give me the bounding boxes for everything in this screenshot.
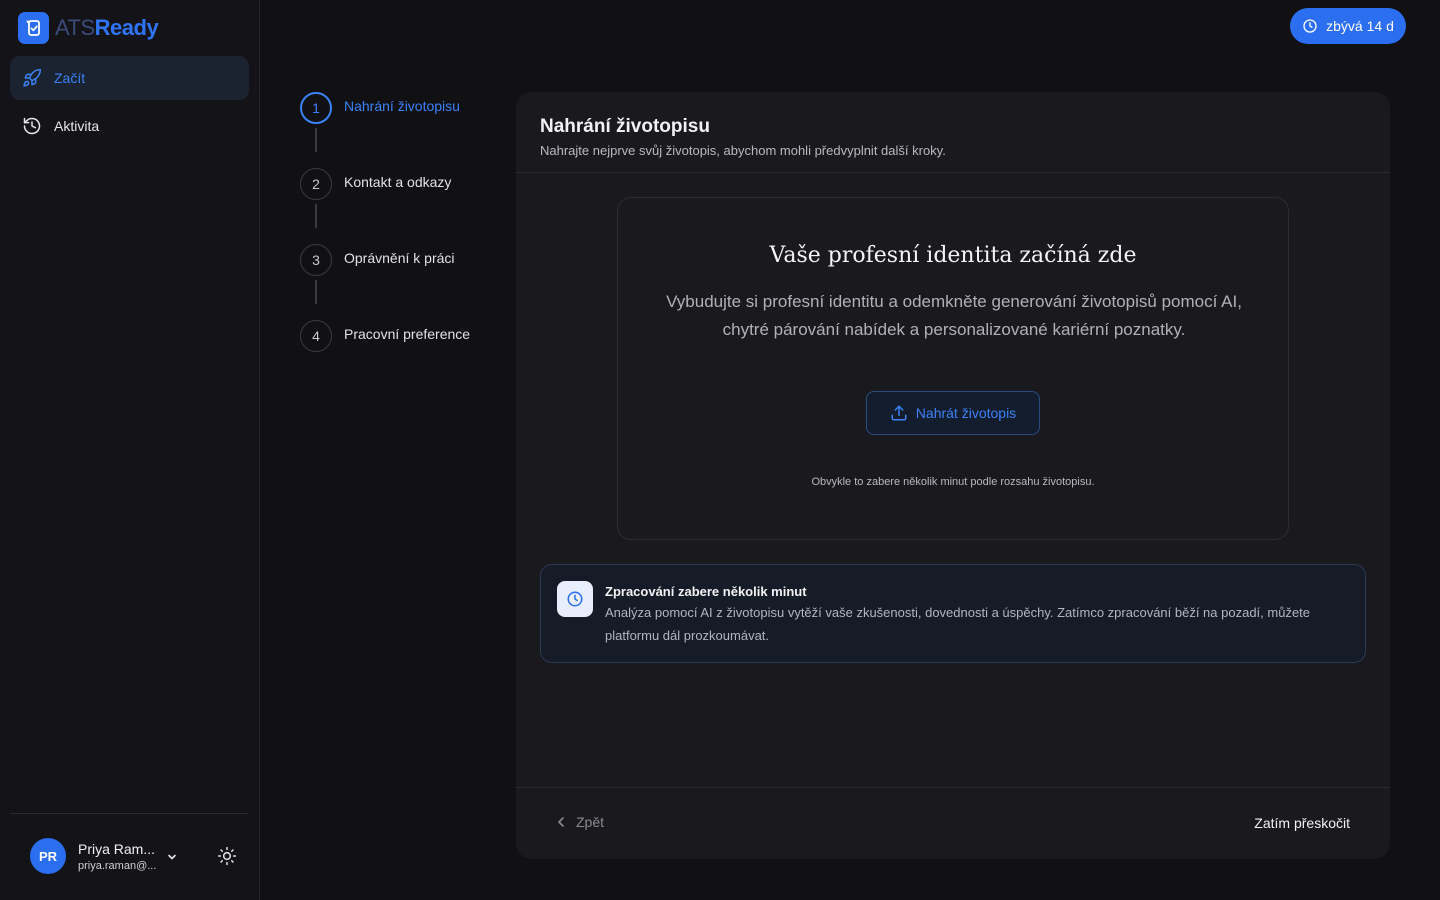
back-button-label: Zpět [576,814,605,830]
sidebar-item-activity[interactable]: Aktivita [10,104,249,148]
upload-note: Obvykle to zabere několik minut podle ro… [811,476,1095,488]
back-button[interactable]: Zpět [556,814,604,830]
card-divider [516,172,1390,173]
sidebar-divider [10,813,248,814]
step-label: Kontakt a odkazy [344,174,452,190]
user-menu[interactable]: PR Priya Ram... priya.raman@... [30,838,156,874]
logo-icon [18,12,49,44]
upload-resume-button[interactable]: Nahrát životopis [866,391,1040,435]
chevron-down-icon[interactable] [166,851,178,863]
avatar: PR [30,838,66,874]
info-title: Zpracování zabere několik minut [605,584,807,599]
user-info: Priya Ram... priya.raman@... [78,841,156,872]
upload-description: Vybudujte si profesní identitu a odemkně… [666,292,1242,339]
step-contact-links[interactable]: 2 Kontakt a odkazy [300,168,451,200]
step-resume-upload[interactable]: 1 Nahrání životopisu [300,92,460,124]
upload-icon [891,405,907,421]
processing-info: Zpracování zabere několik minut Analýza … [540,564,1366,663]
page-title: Nahrání životopisu [540,116,710,137]
clock-icon [557,581,593,617]
step-number: 1 [300,92,332,124]
user-name: Priya Ram... [78,840,156,857]
step-number: 4 [300,320,332,352]
step-work-authorization[interactable]: 3 Oprávnění k práci [300,244,455,276]
page-subtitle: Nahrajte nejprve svůj životopis, abychom… [540,143,946,158]
rocket-icon [23,68,42,87]
trial-label: zbývá 14 d [1326,18,1394,34]
skip-button[interactable]: Zatím přeskočit [1254,815,1350,831]
chevron-left-icon [558,817,564,827]
upload-heading: Vaše profesní identita začíná zde [769,243,1137,268]
sidebar-item-start[interactable]: Začít [10,56,249,100]
brand-logo[interactable]: ATSReady [18,12,159,44]
step-connector [315,280,317,304]
step-connector [315,204,317,228]
step-label: Pracovní preference [344,326,471,342]
step-number: 2 [300,168,332,200]
step-connector [315,128,317,152]
brand-name-part2: Ready [94,15,159,40]
step-number: 3 [300,244,332,276]
step-label: Oprávnění k práci [344,250,455,266]
user-email: priya.raman@... [78,859,157,872]
sun-icon[interactable] [217,846,237,866]
brand-name: ATSReady [55,15,159,41]
upload-box: Vaše profesní identita začíná zde Vybudu… [617,197,1289,540]
step-work-preferences[interactable]: 4 Pracovní preference [300,320,470,352]
upload-button-label: Nahrát životopis [915,405,1017,421]
info-text: Analýza pomocí AI z životopisu vytěží va… [605,605,1311,643]
step-label: Nahrání životopisu [344,98,460,114]
history-icon [23,117,41,135]
footer-divider [516,787,1390,788]
sidebar: ATSReady Začít Aktivita PR Priya Ram... … [0,0,260,900]
main-card: Nahrání životopisu Nahrajte nejprve svůj… [516,92,1390,859]
clock-icon [1303,19,1317,33]
sidebar-item-label: Začít [54,70,86,86]
trial-badge[interactable]: zbývá 14 d [1290,8,1406,44]
sidebar-item-label: Aktivita [54,118,100,134]
brand-name-part1: ATS [55,15,95,40]
